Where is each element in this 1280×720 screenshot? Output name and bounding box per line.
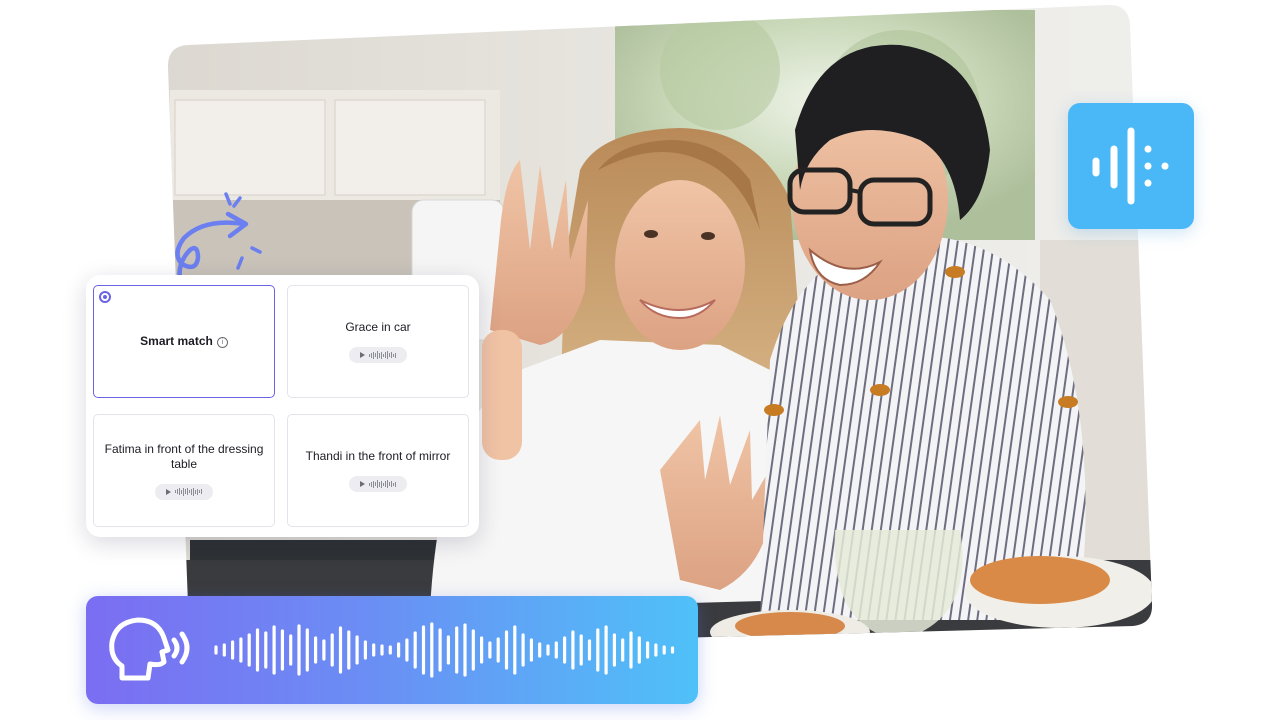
audio-preview-button[interactable] <box>349 476 407 492</box>
play-icon <box>360 352 365 358</box>
speech-waveform <box>109 617 675 681</box>
voice-selector-card: Smart match i Grace in car Fatima in fron… <box>86 275 479 537</box>
voice-option-smart-match[interactable]: Smart match i <box>93 285 275 398</box>
mini-waveform-icon <box>175 487 202 496</box>
info-icon[interactable]: i <box>216 337 228 348</box>
voice-option-label: Thandi in the front of mirror <box>305 449 451 463</box>
play-icon <box>166 488 171 495</box>
mini-waveform-icon <box>369 351 396 359</box>
play-icon <box>360 481 365 487</box>
voice-option-grace-in-car[interactable]: Grace in car <box>287 285 469 398</box>
radio-selected-icon[interactable] <box>99 291 111 303</box>
audio-waveform-badge <box>1068 103 1194 229</box>
audio-waveform-icon <box>1092 127 1169 205</box>
voice-option-label: Fatima in front of the dressing table <box>104 441 264 471</box>
audio-preview-button[interactable] <box>349 347 407 363</box>
voice-option-fatima[interactable]: Fatima in front of the dressing table <box>93 414 275 527</box>
mini-waveform-icon <box>369 480 396 488</box>
voice-option-thandi[interactable]: Thandi in the front of mirror <box>287 414 469 527</box>
voice-option-label: Grace in car <box>345 320 411 334</box>
waveform-lines <box>214 622 675 678</box>
voice-option-label: Smart match i <box>132 334 236 349</box>
audio-preview-button[interactable] <box>155 483 213 500</box>
voice-waveform-bar <box>86 596 698 704</box>
speaking-head-icon <box>109 617 190 681</box>
